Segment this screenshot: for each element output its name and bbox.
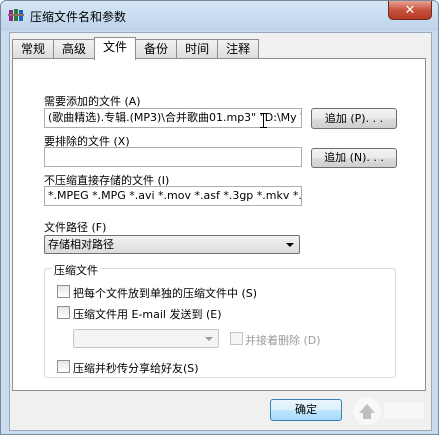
email-archive-label[interactable]: 压缩文件用 E-mail 发送到 (E) — [73, 306, 222, 322]
files-to-add-label: 需要添加的文件 (A) — [44, 95, 141, 108]
tab-general[interactable]: 常规 — [12, 39, 55, 59]
email-archive-checkbox[interactable] — [57, 306, 70, 319]
tab-files[interactable]: 文件 — [94, 37, 137, 60]
separate-archive-checkbox[interactable] — [57, 285, 70, 298]
separate-archive-label[interactable]: 把每个文件放到单独的压缩文件中 (S) — [73, 285, 257, 301]
tab-comment[interactable]: 注释 — [217, 39, 260, 59]
delete-after-checkbox — [230, 332, 243, 345]
archive-group-title: 压缩文件 — [52, 262, 100, 278]
add-exclude-button[interactable]: 追加 (N). . . — [311, 148, 397, 168]
dropdown-arrow-icon — [205, 337, 213, 341]
files-to-exclude-input[interactable] — [44, 147, 302, 167]
tab-backup[interactable]: 备份 — [135, 39, 178, 59]
close-button[interactable]: ✕ — [388, 1, 432, 20]
title-bar[interactable]: 压缩文件名和参数 ✕ — [1, 1, 438, 31]
text-cursor-icon — [260, 113, 267, 128]
tab-advanced[interactable]: 高级 — [53, 39, 96, 59]
delete-after-label: 并接着删除 (D) — [245, 334, 321, 347]
tab-time[interactable]: 时间 — [176, 39, 219, 59]
store-uncompressed-input[interactable]: *.MPEG *.MPG *.avi *.mov *.asf *.3gp *.m… — [44, 186, 302, 206]
file-path-label: 文件路径 (F) — [44, 221, 107, 234]
file-path-dropdown[interactable]: 存储相对路径 — [44, 235, 300, 254]
file-path-selected-value: 存储相对路径 — [48, 238, 114, 251]
tab-bar: 常规 高级 文件 备份 时间 注释 — [12, 37, 260, 60]
window-title: 压缩文件名和参数 — [30, 10, 127, 24]
close-icon: ✕ — [404, 2, 416, 18]
winrar-app-icon — [8, 9, 24, 21]
email-recipient-dropdown — [73, 329, 219, 348]
watermark-logo — [350, 392, 430, 430]
watermark-icon — [353, 397, 424, 425]
ok-button[interactable]: 确定 — [270, 399, 342, 421]
share-to-friends-checkbox[interactable] — [57, 360, 70, 373]
dropdown-arrow-icon — [286, 243, 294, 247]
add-files-button[interactable]: 追加 (P). . . — [311, 108, 397, 129]
share-to-friends-label[interactable]: 压缩并秒传分享给好友(S) — [73, 360, 199, 376]
